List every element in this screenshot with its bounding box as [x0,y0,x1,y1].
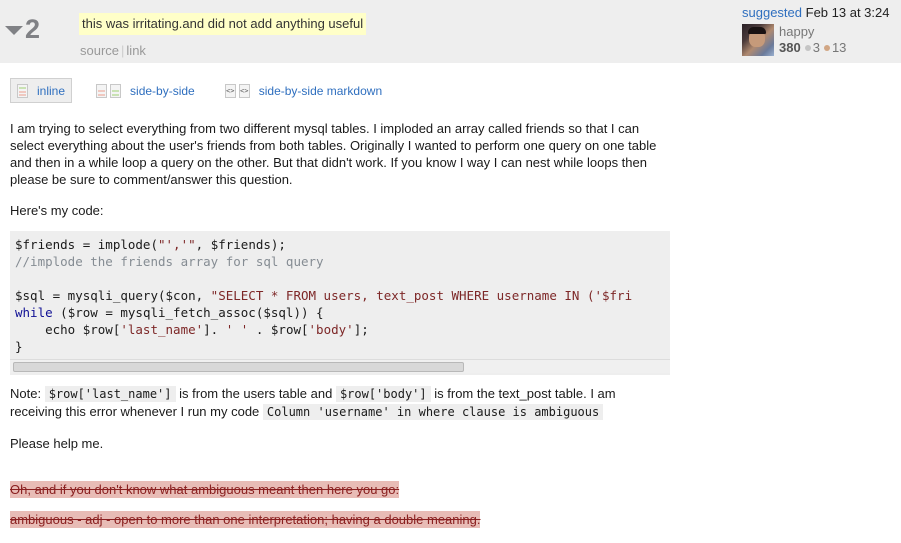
note-text: Note: [10,386,45,401]
avatar[interactable] [742,24,774,56]
code-token: echo $row[ [15,322,121,337]
comment-links: source | link [80,43,146,58]
note-text: is from the users table and [175,386,336,401]
source-link[interactable]: source [80,43,119,58]
deleted-text: ambiguous - adj - open to more than one … [10,511,481,528]
action-link[interactable]: suggested [742,5,802,20]
code-token: $friends = implode( [15,237,158,252]
horizontal-scrollbar[interactable] [10,359,670,373]
code-string: "SELECT * FROM users, text_post WHERE us… [210,288,633,303]
reputation-score: 380 [779,40,801,55]
code-string: "','" [158,237,196,252]
user-name-link[interactable]: happy [779,24,846,40]
silver-badge-icon [804,45,811,52]
code-token: $sql = mysqli_query($con, [15,288,211,303]
tab-label: side-by-side markdown [258,83,383,98]
inline-code: $row['last_name'] [44,386,176,402]
code-token: } [15,339,23,354]
code-token: ]. [203,322,226,337]
post-body-continued: Note: $row['last_name'] is from the user… [10,385,670,466]
intro-paragraph: I am trying to select everything from tw… [10,121,657,187]
code-intro: Here's my code: [10,203,104,218]
silver-badge-count: 3 [812,40,820,55]
code-string: 'last_name' [120,322,204,337]
user-card: suggested Feb 13 at 3:24 happy 380 3 13 [742,5,897,56]
deleted-paragraph: Oh, and if you don't know what ambiguous… [10,481,400,498]
error-message-code: Column 'username' in where clause is amb… [262,404,604,420]
side-by-side-diff-icon [96,83,108,98]
tab-label: inline [37,83,66,98]
code-text: $friends = implode("','", $friends); //i… [10,231,670,355]
user-action-time: suggested Feb 13 at 3:24 [742,5,897,21]
side-by-side-markdown-icon-right: <> [238,83,250,98]
tab-side-by-side[interactable]: side-by-side [90,78,201,103]
edit-comment: this was irritating.and did not add anyt… [79,13,367,35]
deleted-text: Oh, and if you don't know what ambiguous… [10,481,400,498]
code-token: . $row[ [248,322,309,337]
downvote-arrow-icon [5,26,23,35]
code-string: ' ' [225,322,249,337]
note-paragraph: Note: $row['last_name'] is from the user… [10,385,670,421]
side-by-side-diff-icon-right [110,83,122,98]
bronze-badge-count: 13 [831,40,847,55]
code-keyword: while [15,305,53,320]
inline-code: $row['body'] [335,386,431,402]
deleted-paragraph: ambiguous - adj - open to more than one … [10,511,481,528]
code-comment: //implode the friends array for sql quer… [15,254,324,269]
inline-diff-icon [17,83,28,98]
code-string: 'body' [308,322,354,337]
bronze-badge-icon [823,45,830,52]
code-token: , $friends); [195,237,286,252]
action-date: Feb 13 at 3:24 [805,5,890,20]
vote-summary: 2 [5,14,40,44]
diff-view-tabs: inline side-by-side <> <> side-by-side m… [10,78,388,103]
code-token: ($row = mysqli_fetch_assoc($sql)) { [52,305,324,320]
post-body: I am trying to select everything from tw… [10,120,670,233]
link-separator: | [121,43,125,58]
side-by-side-markdown-icon: <> [224,83,236,98]
vote-count: 2 [25,14,41,44]
permalink-link[interactable]: link [126,43,146,58]
help-paragraph: Please help me. [10,436,104,451]
code-token: ]; [353,322,369,337]
scrollbar-thumb[interactable] [13,362,464,372]
tab-label: side-by-side [130,83,195,98]
suggested-edit-header: 2 this was irritating.and did not add an… [0,0,901,63]
tab-inline[interactable]: inline [10,78,73,103]
tab-side-by-side-markdown[interactable]: <> <> side-by-side markdown [219,78,388,103]
code-block[interactable]: $friends = implode("','", $friends); //i… [10,231,670,375]
